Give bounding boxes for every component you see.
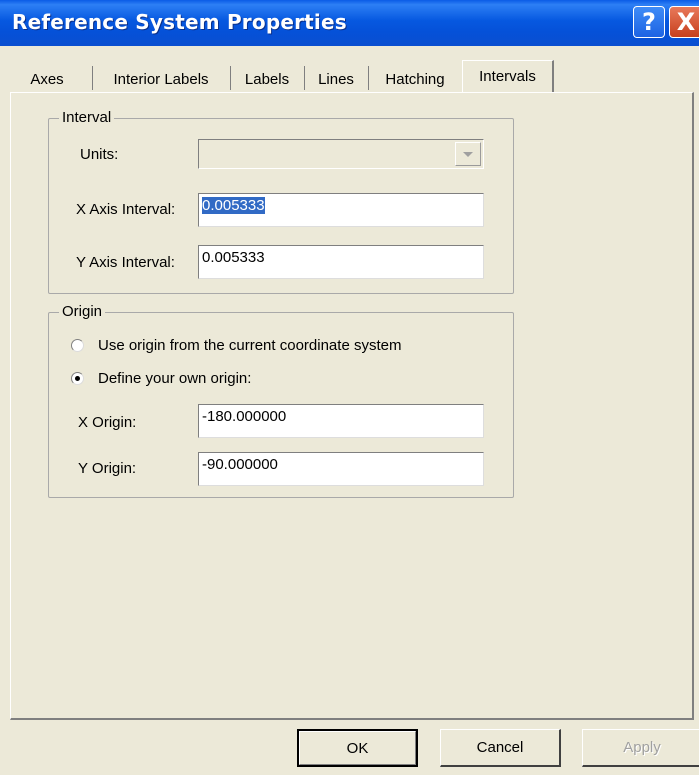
apply-button[interactable]: Apply: [582, 729, 699, 767]
radio-current-origin[interactable]: [71, 339, 84, 352]
chevron-down-icon: [463, 151, 473, 157]
x-axis-interval-input[interactable]: 0.005333: [198, 193, 484, 227]
origin-group-title: Origin: [59, 303, 106, 320]
tab-intervals[interactable]: Intervals: [462, 60, 554, 92]
tab-divider: [368, 66, 369, 90]
tab-hatching[interactable]: Hatching: [370, 66, 460, 92]
interval-group-title: Interval: [59, 109, 115, 126]
apply-button-label: Apply: [623, 739, 661, 756]
tab-axes[interactable]: Axes: [12, 66, 82, 92]
x-axis-interval-label: X Axis Interval:: [76, 201, 176, 218]
cancel-button[interactable]: Cancel: [440, 729, 561, 767]
units-dropdown[interactable]: [198, 139, 484, 169]
tab-lines[interactable]: Lines: [306, 66, 366, 92]
window-title: Reference System Properties: [12, 10, 347, 34]
tab-divider: [230, 66, 231, 90]
units-label: Units:: [80, 146, 119, 163]
x-origin-input[interactable]: -180.000000: [198, 404, 484, 438]
help-button[interactable]: ?: [633, 6, 665, 38]
radio-custom-origin[interactable]: [71, 372, 84, 385]
y-origin-input[interactable]: -90.000000: [198, 452, 484, 486]
radio-custom-origin-label[interactable]: Define your own origin:: [98, 370, 251, 387]
y-origin-label: Y Origin:: [78, 460, 137, 477]
cancel-button-label: Cancel: [476, 739, 524, 756]
units-dropdown-button[interactable]: [455, 142, 481, 166]
help-icon: ?: [642, 8, 656, 36]
tab-strip: Axes Interior Labels Labels Lines Hatchi…: [12, 58, 692, 92]
x-axis-interval-value: 0.005333: [202, 197, 265, 214]
tab-divider: [304, 66, 305, 90]
x-origin-value: -180.000000: [202, 408, 287, 425]
x-origin-label: X Origin:: [78, 414, 137, 431]
tab-interior-labels[interactable]: Interior Labels: [94, 66, 228, 92]
close-icon: X: [676, 8, 696, 36]
y-origin-value: -90.000000: [202, 456, 278, 473]
y-axis-interval-input[interactable]: 0.005333: [198, 245, 484, 279]
y-axis-interval-label: Y Axis Interval:: [76, 254, 175, 271]
title-bar[interactable]: Reference System Properties ? X: [0, 0, 699, 46]
tab-labels[interactable]: Labels: [232, 66, 302, 92]
y-axis-interval-value: 0.005333: [202, 249, 265, 266]
ok-button[interactable]: OK: [297, 729, 418, 767]
tab-divider: [92, 66, 93, 90]
close-button[interactable]: X: [669, 6, 699, 38]
radio-current-origin-label[interactable]: Use origin from the current coordinate s…: [98, 337, 401, 354]
radio-selected-dot: [75, 376, 80, 381]
ok-button-label: OK: [346, 739, 369, 757]
